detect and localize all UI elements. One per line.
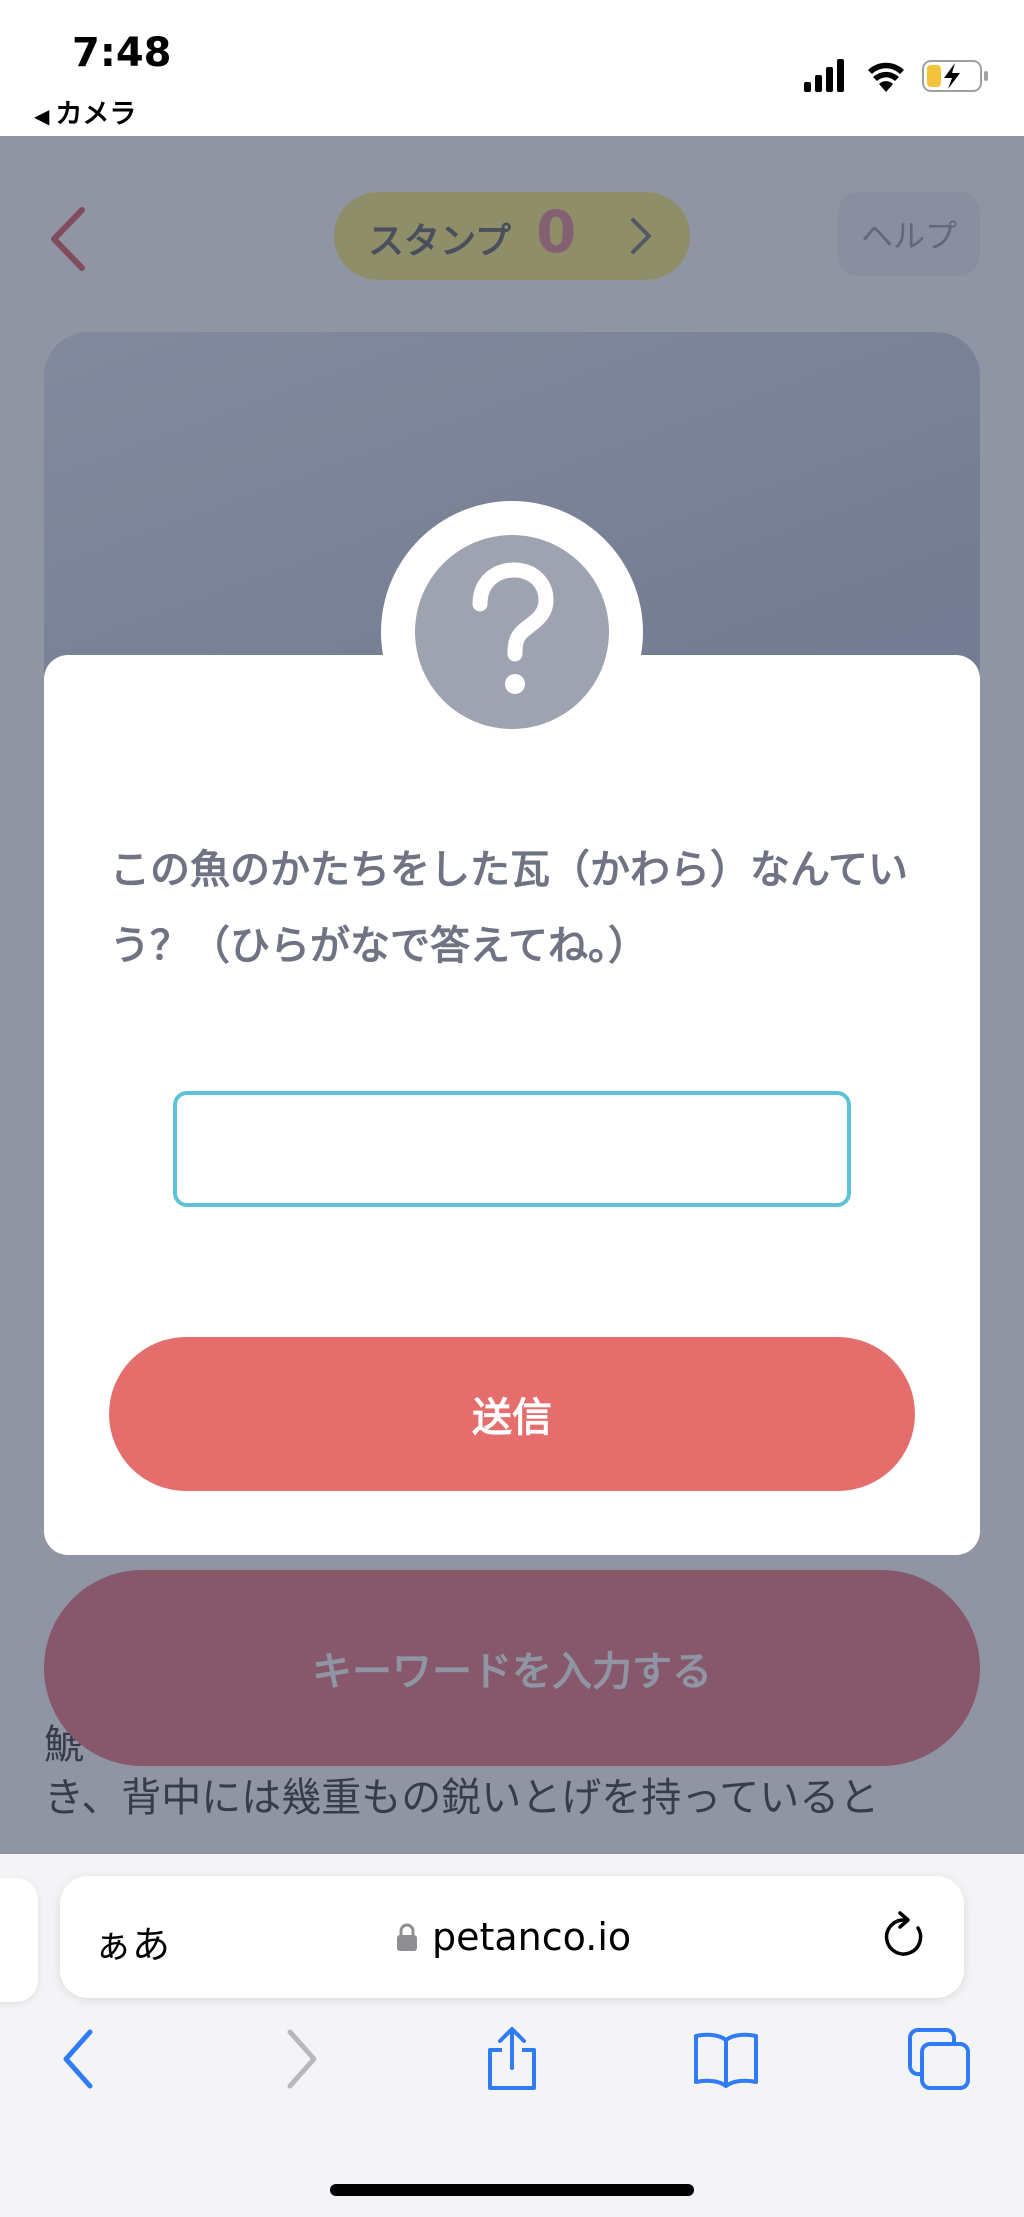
url-text: petanco.io [432,1915,632,1959]
reload-icon[interactable] [880,1910,928,1962]
back-app-label: カメラ [55,99,137,130]
previous-tab-peek[interactable] [0,1878,38,2002]
back-to-app-link[interactable]: ◀ カメラ [34,92,136,131]
status-icons [804,59,988,92]
status-time: 7:48 [72,30,172,76]
address-bar[interactable]: ぁあ petanco.io [60,1876,964,1998]
cellular-signal-icon [804,59,844,92]
submit-button[interactable]: 送信 [109,1337,915,1491]
home-indicator [330,2184,694,2196]
tabs-icon[interactable] [906,2026,972,2092]
question-mark-icon [415,535,609,729]
lock-icon [397,1923,417,1951]
battery-charging-icon [922,60,988,92]
bookmarks-icon[interactable] [692,2026,760,2092]
browser-toolbar: ぁあ petanco.io [0,1854,1024,2217]
browser-back-icon[interactable] [58,2026,98,2092]
screen: 7:48 ◀ カメラ スタンプ 0 ヘルプ 鯱 キーワードを入力する き、背中に… [0,0,1024,2217]
status-bar: 7:48 ◀ カメラ [0,0,1024,136]
share-icon[interactable] [484,2026,540,2092]
question-mark-glyph [472,562,554,694]
url-display[interactable]: petanco.io [396,1912,631,1962]
wifi-icon [868,62,904,92]
text-size-button[interactable]: ぁあ [94,1914,170,1969]
quiz-question: この魚のかたちをした瓦（かわら）なんていう？（ひらがなで答えてね。） [110,847,908,969]
back-triangle-icon: ◀ [34,104,50,128]
answer-input[interactable] [173,1091,851,1207]
browser-forward-icon[interactable] [282,2026,322,2092]
